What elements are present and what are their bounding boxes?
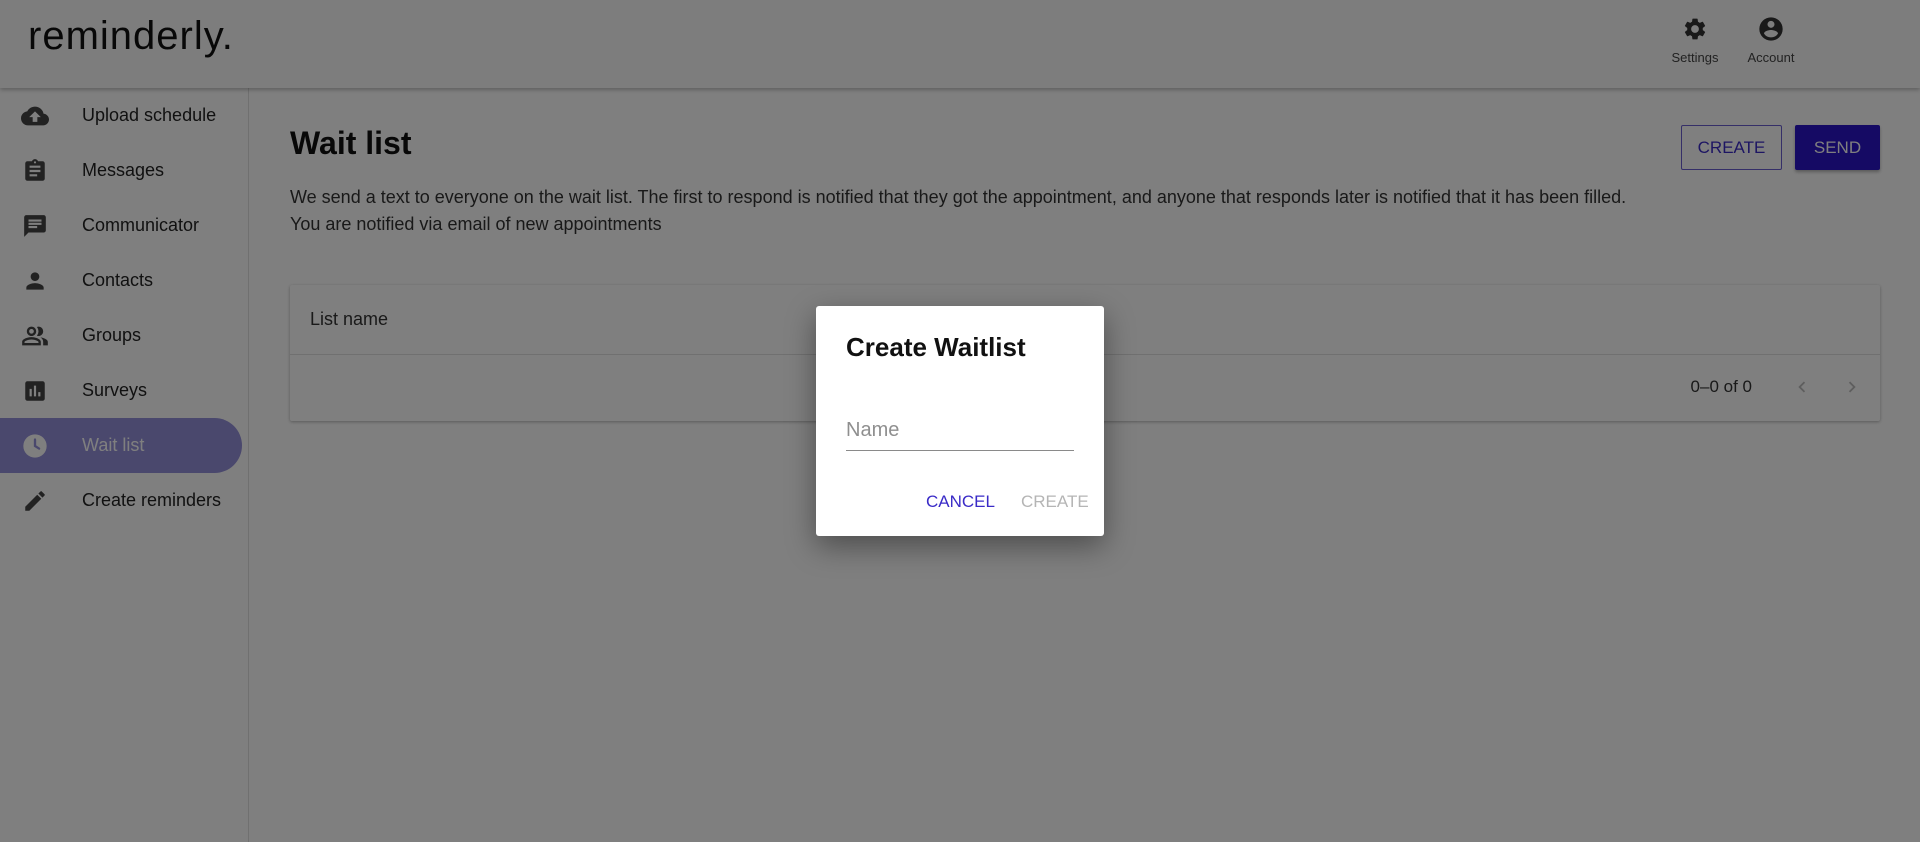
dialog-create-button[interactable]: CREATE [1021, 492, 1089, 512]
dialog-title: Create Waitlist [846, 332, 1026, 362]
waitlist-name-input[interactable] [846, 411, 1074, 451]
create-waitlist-dialog: Create Waitlist CANCEL CREATE [816, 306, 1104, 536]
dialog-cancel-button[interactable]: CANCEL [926, 492, 995, 512]
